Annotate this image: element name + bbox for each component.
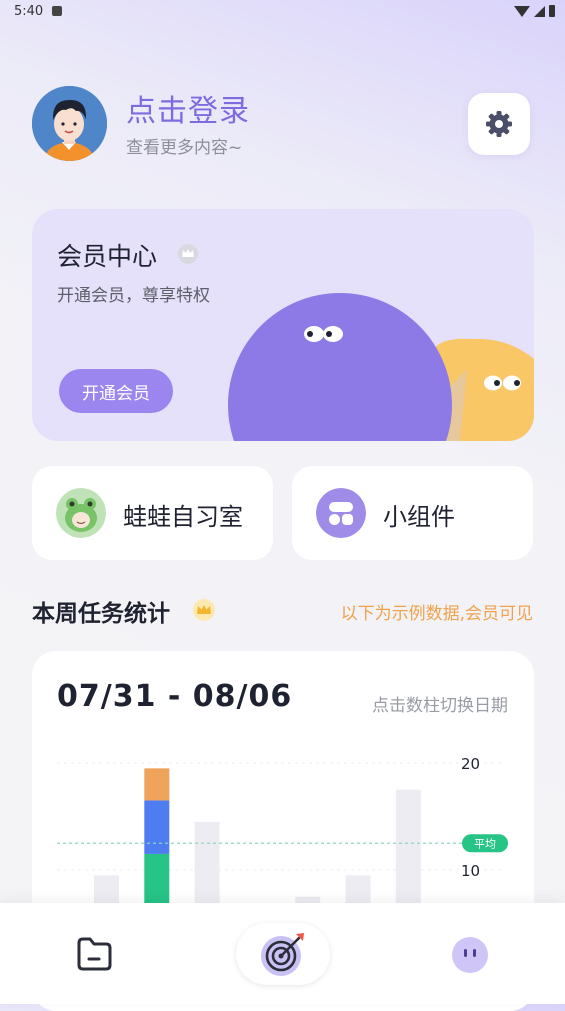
vip-subtitle: 开通会员，尊享特权 [57,286,210,306]
y-tick-20: 20 [461,755,480,773]
frog-study-room-tile[interactable]: 蛙蛙自习室 [32,466,273,560]
gear-icon [486,111,512,137]
signal-icon [534,5,545,17]
status-time: 5:40 [14,4,44,19]
crown-icon [193,599,215,621]
avatar[interactable] [32,86,107,161]
login-title[interactable]: 点击登录 [126,86,250,130]
bottom-nav [0,903,565,1004]
login-subtitle: 查看更多内容~ [126,138,243,158]
status-icons [514,5,555,17]
widget-icon [316,488,366,538]
target-icon [261,933,304,976]
nav-profile-button[interactable] [451,936,489,974]
vip-title: 会员中心 [57,242,158,271]
avatar-illustration [32,86,107,161]
frog-avatar-icon [56,488,106,538]
member-note[interactable]: 以下为示例数据,会员可见 [341,599,533,624]
bar-day-2-segment-2[interactable] [144,800,170,854]
vip-card[interactable]: 会员中心 开通会员，尊享特权 开通会员 [32,209,534,441]
nav-document-button[interactable] [73,933,115,975]
widget-label: 小组件 [383,503,455,531]
face-icon [452,937,488,973]
battery-icon [549,5,555,17]
open-vip-button[interactable]: 开通会员 [59,369,173,413]
average-label: 平均 [474,837,496,850]
average-badge: 平均 [462,834,508,853]
notification-icon [52,6,62,16]
bar-day-2-segment-3[interactable] [144,768,170,801]
widget-tile[interactable]: 小组件 [292,466,533,560]
status-bar: 5:40 [0,0,565,24]
frog-study-room-label: 蛙蛙自习室 [123,503,243,531]
settings-button[interactable] [468,93,530,155]
y-tick-10: 10 [461,862,480,880]
document-icon [77,937,112,971]
crown-icon [178,244,198,264]
weekly-stats-title: 本周任务统计 [32,601,170,627]
wifi-icon [514,5,530,17]
nav-target-button[interactable] [236,923,330,985]
